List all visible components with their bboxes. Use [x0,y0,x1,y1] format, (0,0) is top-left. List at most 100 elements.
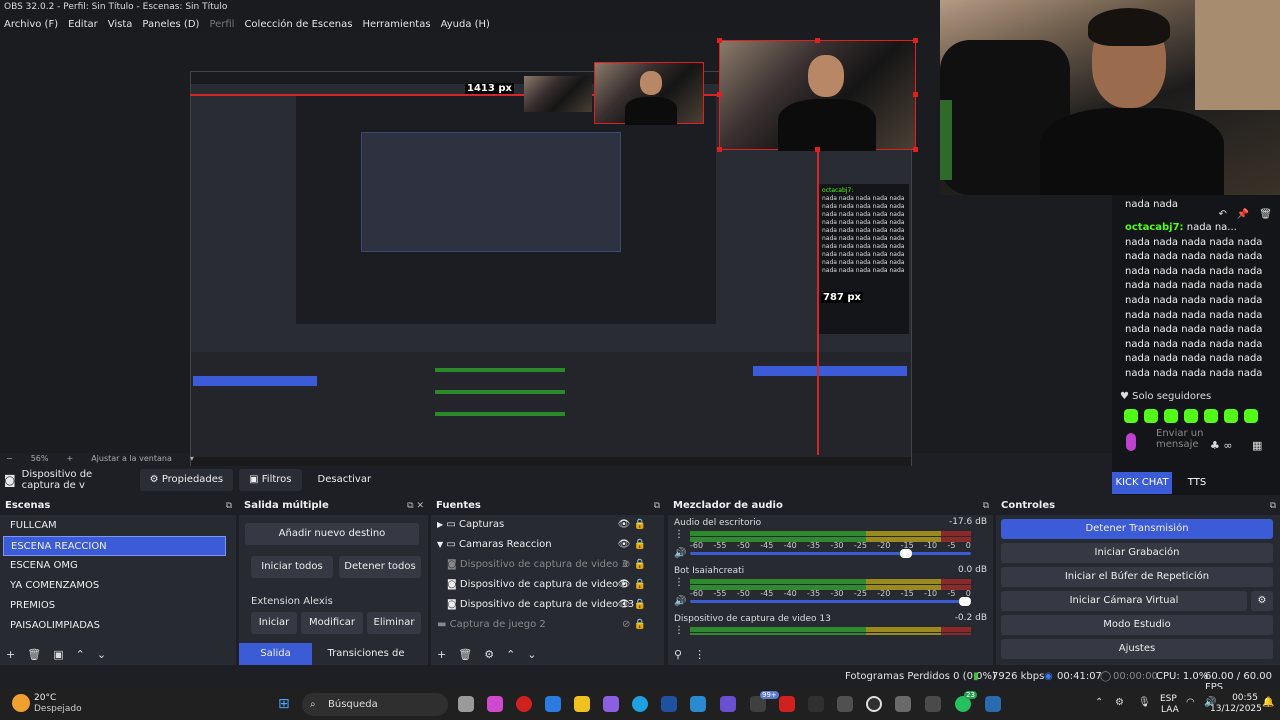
emote-icon[interactable] [1124,409,1138,423]
speaker-icon[interactable]: 🔊 [674,596,686,607]
emote-icon[interactable] [1144,409,1158,423]
scene-item[interactable]: PREMIOS [3,596,226,616]
visibility-lock-icons[interactable]: ⊘ 🔒 [622,615,646,635]
edge-icon[interactable] [632,696,648,712]
start-all-button[interactable]: Iniciar todos [251,556,333,578]
word-icon[interactable] [661,696,677,712]
chevron-right-icon[interactable]: ▶ [437,520,443,529]
start-button[interactable]: Iniciar [251,612,297,634]
pin-icon[interactable]: 📌 [1237,209,1249,220]
chevron-down-icon[interactable]: ▼ [437,540,443,549]
menu-dots-icon[interactable]: ⋮ [674,529,684,540]
tab-tts[interactable]: TTS [1172,472,1222,494]
properties-button[interactable]: ⚙ Propiedades [139,469,234,491]
emote-icon[interactable] [1184,409,1198,423]
emoji-icon[interactable]: ♣ ∞ [1210,439,1233,452]
filters-button[interactable]: ▣ Filtros [239,469,302,491]
visibility-lock-icons[interactable]: 👁 🔒 [618,535,646,555]
menu-dots-icon[interactable]: ⋮ [674,625,684,635]
fit-window[interactable]: Ajustar a la ventana [91,454,172,463]
trash-icon[interactable]: 🗑 [1259,209,1272,220]
chat-input[interactable]: Enviar un mensaje [1156,428,1206,450]
speaker-icon[interactable]: 🔊 [674,548,686,559]
stop-stream-button[interactable]: Detener Transmisión [1001,519,1273,539]
undock-icon[interactable]: ⧉ [226,497,232,515]
tab-scene-transitions[interactable]: Transiciones de escena [316,643,416,681]
settings-icon[interactable] [895,696,911,712]
menu-archivo[interactable]: Archivo (F) [4,19,58,30]
modify-button[interactable]: Modificar [301,612,363,634]
add-icon[interactable]: + [6,648,15,661]
menu-coleccion[interactable]: Colección de Escenas [244,19,352,30]
mic-icon[interactable]: 🎙 [1138,697,1151,708]
undock-icon[interactable]: ⧉ [983,497,989,515]
emote-icon[interactable] [1224,409,1238,423]
chevron-up-icon[interactable]: ⌃ [1095,697,1103,708]
weather-icon[interactable] [12,694,30,712]
menu-dots-icon[interactable]: ⋮ [694,648,705,661]
keyboard-lang[interactable]: ESP [1160,694,1177,704]
virtual-camera-button[interactable]: Iniciar Cámara Virtual [1001,591,1247,611]
gear-icon[interactable]: ⚙ [1251,591,1273,611]
notifications-icon[interactable]: 🔔 [1262,697,1274,708]
menu-perfil[interactable]: Perfil [209,19,234,30]
undock-icon[interactable]: ⧉ [654,497,660,515]
chat-username[interactable]: octacabj7: [1125,222,1184,233]
windows-start-icon[interactable]: ⊞ [278,696,290,712]
menu-dots-icon[interactable]: ⋮ [674,577,684,588]
chevron-down-icon[interactable]: ⌄ [97,648,106,661]
app-icon[interactable] [690,696,706,712]
app-icon[interactable] [925,696,941,712]
source-item[interactable]: ◙ Dispositivo de captura de video 6 👁 🔒 [437,575,654,595]
add-icon[interactable]: + [437,648,446,661]
remove-button[interactable]: Eliminar [367,612,421,634]
selected-source-large[interactable] [719,40,916,151]
fader-knob[interactable] [899,549,912,558]
scene-item[interactable]: YA COMENZAMOS [3,576,226,596]
opera-icon[interactable] [516,696,532,712]
scene-item-selected[interactable]: ESCENA REACCION [3,536,226,556]
volume-fader[interactable] [690,597,971,606]
obs-icon[interactable] [866,696,882,712]
mic-icon[interactable] [1126,433,1136,451]
folder-icon[interactable] [574,696,590,712]
trash-icon[interactable]: 🗑 [458,648,472,661]
studio-mode-button[interactable]: Modo Estudio [1001,615,1273,635]
source-item[interactable]: ◙ Dispositivo de captura de video 3 ⊘ 🔒 [437,555,654,575]
visibility-lock-icons[interactable]: 👁 🔒 [618,595,646,615]
chevron-down-icon[interactable]: ⌄ [527,648,536,661]
selected-source-small[interactable] [594,62,704,125]
start-recording-button[interactable]: Iniciar Grabación [1001,543,1273,563]
menu-ayuda[interactable]: Ayuda (H) [441,19,490,30]
app-icon[interactable] [603,696,619,712]
app-icon[interactable] [720,696,736,712]
tab-multi-output[interactable]: Salida múltiple [239,643,312,681]
scene-item[interactable]: FULLCAM [3,516,226,536]
app-icon[interactable] [985,696,1001,712]
emote-icon[interactable] [1244,409,1258,423]
menu-vista[interactable]: Vista [108,19,133,30]
tray-icon[interactable]: ⚙ [1115,697,1124,708]
undock-icon[interactable]: ⧉ [1270,497,1276,515]
task-view-icon[interactable] [458,696,474,712]
taskbar-search[interactable]: ⌕ Búsqueda [302,693,448,716]
menu-paneles[interactable]: Paneles (D) [142,19,199,30]
emote-icon[interactable] [1204,409,1218,423]
visibility-lock-icons[interactable]: 👁 🔒 [618,575,646,595]
visibility-lock-icons[interactable]: ⊘ 🔒 [622,555,646,575]
gear-icon[interactable]: ⚙ [484,648,494,661]
scene-item[interactable]: PAISAOLIMPIADAS [3,616,226,636]
visibility-lock-icons[interactable]: 👁 🔒 [618,515,646,535]
close-icon[interactable]: ⧉ ✕ [407,497,424,515]
emote-icon[interactable] [1164,409,1178,423]
app-icon[interactable] [808,696,824,712]
volume-fader[interactable] [690,549,971,558]
chevron-up-icon[interactable]: ⌃ [76,648,85,661]
source-item[interactable]: ▬ Captura de juego 2 ⊘ 🔒 [437,615,654,635]
stop-all-button[interactable]: Detener todos [339,556,421,578]
zoom-in-icon[interactable]: + [66,454,73,463]
chevron-up-icon[interactable]: ⌃ [506,648,515,661]
filter-icon[interactable]: ▣ [53,648,63,661]
trash-icon[interactable]: 🗑 [27,648,41,661]
scene-item[interactable]: ESCENA OMG [3,556,226,576]
